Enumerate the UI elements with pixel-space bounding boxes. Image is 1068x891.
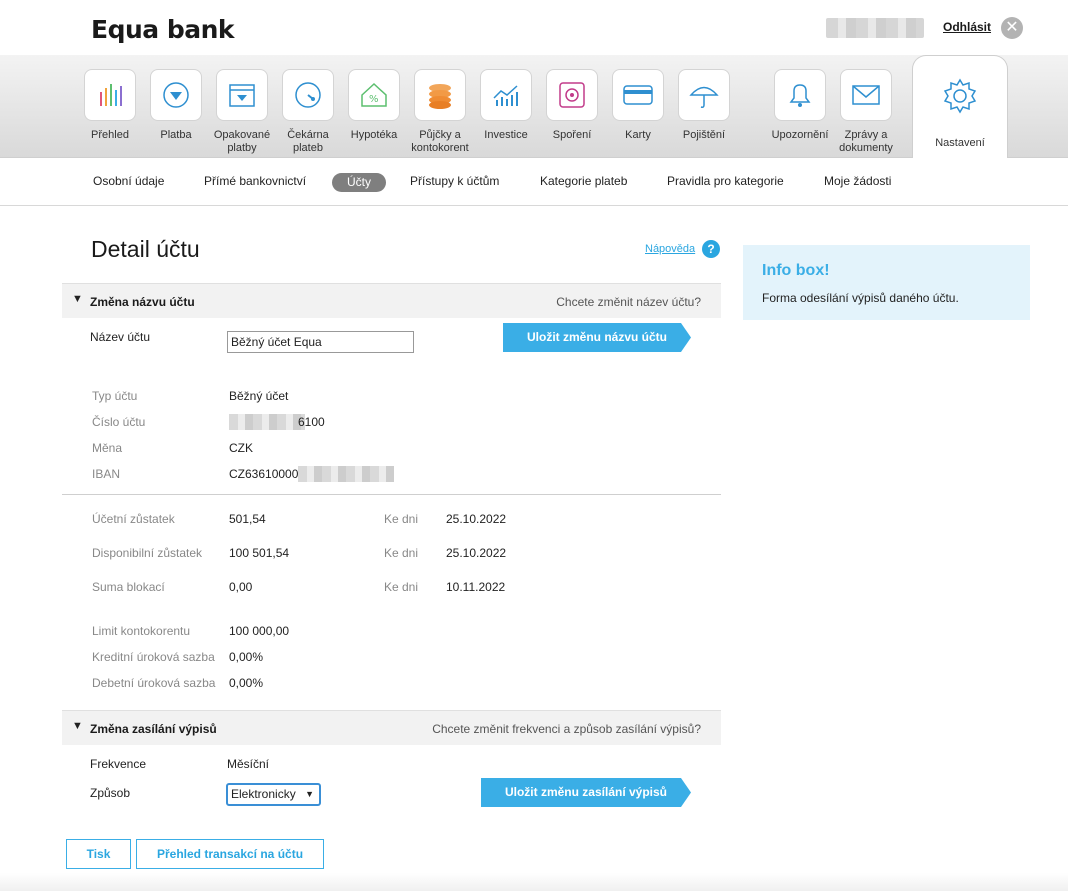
nav-item-nastaveni[interactable]: Nastavení — [912, 55, 1008, 158]
available-balance-value: 100 501,54 — [229, 546, 290, 560]
card-icon — [623, 85, 653, 105]
nav-item-opakovane-platby[interactable]: Opakované platby — [209, 69, 275, 155]
save-account-name-button[interactable]: Uložit změnu názvu účtu — [503, 323, 691, 352]
nav-item-upozorneni[interactable]: Upozornění — [767, 69, 833, 142]
available-balance-label: Disponibilní zůstatek — [92, 546, 203, 560]
nav-item-zpravy[interactable]: Zprávy a dokumenty — [833, 69, 899, 155]
overdraft-limit-label: Limit kontokorentu — [92, 624, 191, 638]
credit-rate-value: 0,00% — [229, 650, 264, 664]
account-name-label: Název účtu — [90, 330, 151, 344]
nav-item-sporeni[interactable]: Spoření — [539, 69, 605, 142]
nav-item-karty[interactable]: Karty — [605, 69, 671, 142]
footer-shade — [0, 873, 1068, 891]
user-name-redacted — [826, 18, 924, 38]
nav-item-hypoteka[interactable]: % Hypotéka — [341, 69, 407, 142]
nav-item-platba[interactable]: Platba — [143, 69, 209, 142]
accounting-balance-date: 25.10.2022 — [446, 512, 507, 526]
info-box-text: Forma odesílání výpisů daného účtu. — [762, 291, 959, 305]
investment-chart-icon — [493, 85, 518, 106]
iban-label: IBAN — [92, 467, 121, 481]
subnav-ucty[interactable]: Účty — [332, 173, 386, 192]
frequency-value: Měsíční — [227, 757, 270, 771]
subnav-kategorie-plateb[interactable]: Kategorie plateb — [540, 174, 627, 188]
accounting-balance-label: Účetní zůstatek — [92, 512, 175, 526]
close-icon[interactable]: ✕ — [1001, 17, 1023, 39]
blocked-sum-value: 0,00 — [229, 580, 253, 594]
currency-value: CZK — [229, 441, 253, 455]
gear-icon — [943, 78, 977, 114]
bell-icon — [789, 84, 811, 107]
dropdown-caret-icon: ▼ — [305, 789, 314, 799]
nav-item-prehled[interactable]: Přehled — [77, 69, 143, 142]
section-title: Změna zasílání výpisů — [90, 722, 217, 736]
transactions-overview-button[interactable]: Přehled transakcí na účtu — [136, 839, 324, 869]
safe-icon — [559, 82, 585, 108]
equa-bank-logo[interactable]: Equa bank — [91, 15, 235, 44]
calendar-icon — [229, 84, 255, 107]
sub-nav: Osobní údaje Přímé bankovnictví Účty Pří… — [0, 158, 1068, 206]
help-icon[interactable]: ? — [702, 240, 720, 258]
subnav-osobni-udaje[interactable]: Osobní údaje — [93, 174, 164, 188]
account-number-redacted — [229, 414, 305, 430]
envelope-icon — [852, 85, 880, 105]
available-balance-date: 25.10.2022 — [446, 546, 507, 560]
account-type-label: Typ účtu — [92, 389, 138, 403]
payment-arrow-icon — [163, 82, 189, 108]
main-nav: Přehled Platba Opakované platby Čekárna … — [0, 55, 1068, 158]
account-type-value: Běžný účet — [229, 389, 289, 403]
section-question: Chcete změnit název účtu? — [556, 295, 701, 309]
blocked-sum-label: Suma blokací — [92, 580, 165, 594]
coins-icon — [429, 84, 451, 109]
clock-icon — [295, 82, 321, 108]
iban-redacted — [298, 466, 394, 482]
rename-section-header[interactable]: ▼ Změna názvu účtu Chcete změnit název ú… — [62, 283, 721, 318]
info-box: Info box! Forma odesílání výpisů daného … — [743, 245, 1030, 320]
subnav-pravidla[interactable]: Pravidla pro kategorie — [667, 174, 784, 188]
print-button[interactable]: Tisk — [66, 839, 131, 869]
section-question: Chcete změnit frekvenci a způsob zasílán… — [432, 722, 701, 736]
method-label: Způsob — [90, 786, 131, 800]
date-label: Ke dni — [384, 546, 419, 560]
save-statements-button[interactable]: Uložit změnu zasílání výpisů — [481, 778, 691, 807]
account-name-input[interactable] — [227, 331, 414, 353]
house-percent-icon: % — [361, 82, 387, 107]
iban-value: CZ63610000 — [229, 467, 299, 481]
info-box-title: Info box! — [762, 262, 830, 279]
debit-rate-value: 0,00% — [229, 676, 264, 690]
help-link[interactable]: Nápověda — [645, 243, 695, 255]
method-select-value: Elektronicky — [231, 787, 296, 801]
date-label: Ke dni — [384, 580, 419, 594]
nav-item-investice[interactable]: Investice — [473, 69, 539, 142]
blocked-sum-date: 10.11.2022 — [446, 580, 506, 594]
svg-text:%: % — [369, 94, 379, 105]
umbrella-icon — [689, 86, 719, 108]
credit-rate-label: Kreditní úroková sazba — [92, 650, 215, 664]
frequency-label: Frekvence — [90, 757, 147, 771]
overdraft-limit-value: 100 000,00 — [229, 624, 290, 638]
section-title: Změna názvu účtu — [90, 295, 195, 309]
divider — [62, 494, 721, 495]
logout-link[interactable]: Odhlásit — [943, 20, 991, 34]
accounting-balance-value: 501,54 — [229, 512, 266, 526]
account-number-label: Číslo účtu — [92, 415, 146, 429]
nav-item-pujcky[interactable]: Půjčky a kontokorent — [407, 69, 473, 155]
date-label: Ke dni — [384, 512, 419, 526]
subnav-prime-bankovnictvi[interactable]: Přímé bankovnictví — [204, 174, 306, 188]
chevron-down-icon: ▼ — [72, 293, 83, 305]
debit-rate-label: Debetní úroková sazba — [92, 676, 216, 690]
subnav-pristupy[interactable]: Přístupy k účtům — [410, 174, 499, 188]
page-title: Detail účtu — [91, 236, 200, 262]
statements-section-header[interactable]: ▼ Změna zasílání výpisů Chcete změnit fr… — [62, 710, 721, 745]
account-number-value: 6100 — [298, 415, 325, 429]
chevron-down-icon: ▼ — [72, 720, 83, 732]
subnav-moje-zadosti[interactable]: Moje žádosti — [824, 174, 891, 188]
nav-item-pojisteni[interactable]: Pojištění — [671, 69, 737, 142]
currency-label: Měna — [92, 441, 123, 455]
method-select[interactable]: Elektronicky ▼ — [226, 783, 321, 806]
nav-item-cekarna-plateb[interactable]: Čekárna plateb — [275, 69, 341, 155]
chart-bars-icon — [100, 84, 122, 106]
